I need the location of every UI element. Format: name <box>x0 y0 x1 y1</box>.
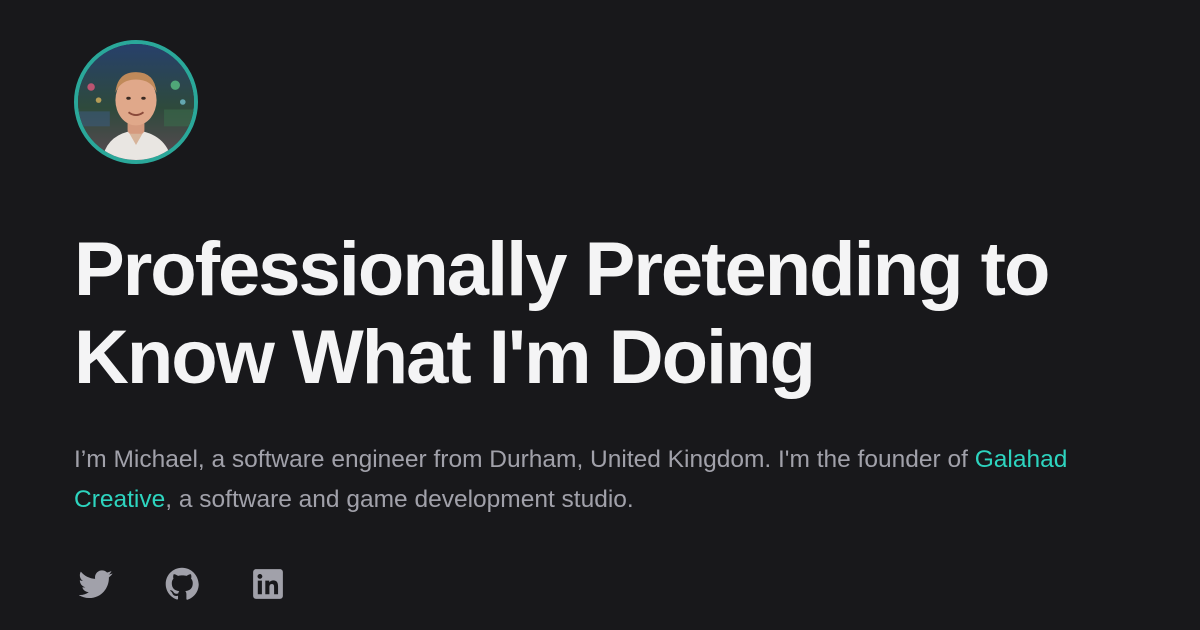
linkedin-link[interactable] <box>250 566 286 602</box>
github-link[interactable] <box>164 566 200 602</box>
profile-photo <box>78 44 194 160</box>
github-icon <box>165 567 199 600</box>
title-line-2: Know What I'm Doing <box>74 315 816 400</box>
page-title: Professionally Pretending to Know What I'… <box>74 226 1174 402</box>
intro-paragraph: I’m Michael, a software engineer from Du… <box>74 440 1134 520</box>
intro-text-start: I’m Michael, a software engineer from Du… <box>74 446 975 473</box>
intro-text-end: , a software and game development studio… <box>165 486 634 513</box>
social-links <box>78 566 286 602</box>
linkedin-icon <box>253 569 283 599</box>
twitter-link[interactable] <box>78 566 114 602</box>
avatar <box>74 40 198 164</box>
title-line-1: Professionally Pretending to <box>74 227 1050 312</box>
twitter-icon <box>79 570 113 599</box>
